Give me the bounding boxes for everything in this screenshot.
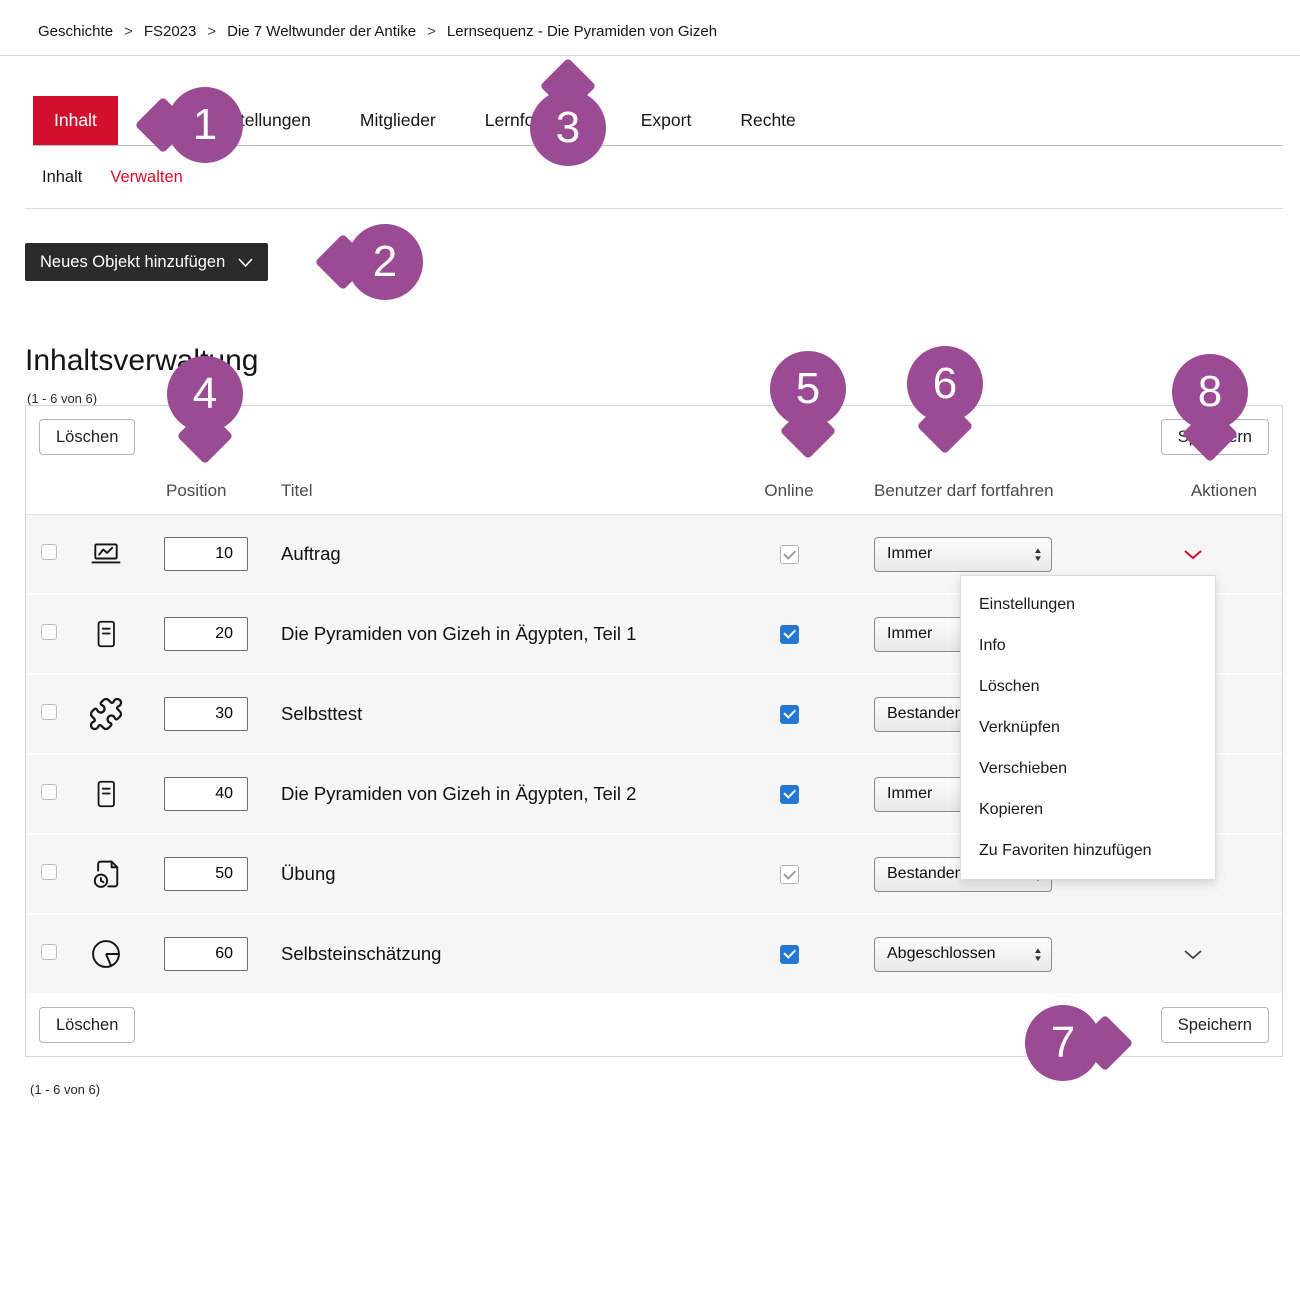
- tab-rechte[interactable]: Rechte: [738, 96, 797, 145]
- position-input[interactable]: [164, 857, 248, 891]
- online-checkbox[interactable]: [780, 785, 799, 804]
- marker-number: 7: [1025, 1005, 1101, 1081]
- callout-marker-8: 8: [1172, 354, 1248, 430]
- online-checkbox[interactable]: [780, 705, 799, 724]
- row-select-checkbox[interactable]: [41, 544, 57, 560]
- marker-number: 3: [530, 90, 606, 166]
- marker-number: 6: [907, 346, 983, 422]
- table-header: Position Titel Online Benutzer darf fort…: [26, 468, 1282, 514]
- column-header-position: Position: [136, 481, 266, 501]
- proceed-select-value: Bestanden: [887, 865, 964, 883]
- row-title: Die Pyramiden von Gizeh in Ägypten, Teil…: [266, 783, 739, 805]
- menu-item-einstellungen[interactable]: Einstellungen: [961, 584, 1215, 625]
- actions-dropdown-icon[interactable]: [1183, 949, 1203, 960]
- breadcrumb-separator: >: [207, 23, 216, 40]
- table-row: Selbsteinschätzung Abgeschlossen ▲▼: [26, 915, 1282, 995]
- row-title: Übung: [266, 863, 739, 885]
- column-header-online: Online: [739, 481, 839, 501]
- column-header-proceed: Benutzer darf fortfahren: [839, 481, 1104, 501]
- callout-marker-1: 1: [167, 87, 243, 163]
- tab-inhalt[interactable]: Inhalt: [33, 96, 118, 145]
- proceed-select[interactable]: Abgeschlossen ▲▼: [874, 937, 1052, 972]
- callout-marker-5: 5: [770, 351, 846, 427]
- breadcrumb: Geschichte > FS2023 > Die 7 Weltwunder der A…: [0, 8, 1300, 56]
- document-icon: [76, 777, 136, 811]
- proceed-select-value: Immer: [887, 625, 932, 643]
- breadcrumb-item-die-7-weltwunder-der-antike[interactable]: Die 7 Weltwunder der Antike: [227, 23, 416, 40]
- proceed-select[interactable]: Immer ▲▼: [874, 537, 1052, 572]
- marker-number: 2: [347, 224, 423, 300]
- row-select-checkbox[interactable]: [41, 864, 57, 880]
- callout-marker-2: 2: [347, 224, 423, 300]
- column-header-title: Titel: [266, 481, 739, 501]
- chevron-down-icon: [238, 253, 253, 272]
- select-arrows-icon: ▲▼: [1034, 547, 1042, 562]
- menu-item-zu-favoriten-hinzufügen[interactable]: Zu Favoriten hinzufügen: [961, 830, 1215, 871]
- save-button-bottom[interactable]: Speichern: [1161, 1007, 1269, 1043]
- result-count-bottom: (1 - 6 von 6): [30, 1082, 100, 1097]
- online-checkbox[interactable]: [780, 945, 799, 964]
- online-checkbox[interactable]: [780, 865, 799, 884]
- row-select-checkbox[interactable]: [41, 944, 57, 960]
- callout-marker-7: 7: [1025, 1005, 1101, 1081]
- breadcrumb-item-geschichte[interactable]: Geschichte: [38, 23, 113, 40]
- proceed-select-value: Immer: [887, 785, 932, 803]
- callout-marker-4: 4: [167, 356, 243, 432]
- position-input[interactable]: [164, 697, 248, 731]
- row-select-checkbox[interactable]: [41, 624, 57, 640]
- delete-button-top[interactable]: Löschen: [39, 419, 135, 455]
- puzzle-icon: [76, 696, 136, 732]
- breadcrumb-separator: >: [427, 23, 436, 40]
- pie-circle-icon: [76, 936, 136, 972]
- delete-button-bottom[interactable]: Löschen: [39, 1007, 135, 1043]
- row-title: Die Pyramiden von Gizeh in Ägypten, Teil…: [266, 623, 739, 645]
- menu-item-verschieben[interactable]: Verschieben: [961, 748, 1215, 789]
- column-header-actions: Aktionen: [1104, 481, 1282, 501]
- actions-context-menu: EinstellungenInfoLöschenVerknüpfenVersch…: [960, 575, 1216, 880]
- position-input[interactable]: [164, 937, 248, 971]
- row-select-checkbox[interactable]: [41, 704, 57, 720]
- online-checkbox[interactable]: [780, 625, 799, 644]
- online-checkbox[interactable]: [780, 545, 799, 564]
- subtab-inhalt[interactable]: Inhalt: [42, 168, 82, 187]
- subtab-verwalten[interactable]: Verwalten: [110, 168, 182, 187]
- proceed-select-value: Bestanden: [887, 705, 964, 723]
- menu-item-löschen[interactable]: Löschen: [961, 666, 1215, 707]
- tab-mitglieder[interactable]: Mitglieder: [358, 96, 438, 145]
- add-object-button[interactable]: Neues Objekt hinzufügen: [25, 243, 268, 281]
- select-arrows-icon: ▲▼: [1034, 947, 1042, 962]
- result-count-top: (1 - 6 von 6): [27, 391, 97, 406]
- row-title: Selbsttest: [266, 703, 739, 725]
- add-object-label: Neues Objekt hinzufügen: [40, 253, 225, 272]
- position-input[interactable]: [164, 537, 248, 571]
- document-icon: [76, 617, 136, 651]
- proceed-select-value: Abgeschlossen: [887, 945, 996, 963]
- row-title: Selbsteinschätzung: [266, 943, 739, 965]
- position-input[interactable]: [164, 777, 248, 811]
- breadcrumb-item-fs2023[interactable]: FS2023: [144, 23, 197, 40]
- file-clock-icon: [76, 856, 136, 892]
- proceed-select-value: Immer: [887, 545, 932, 563]
- laptop-chart-icon: [76, 536, 136, 572]
- callout-marker-6: 6: [907, 346, 983, 422]
- marker-number: 8: [1172, 354, 1248, 430]
- row-title: Auftrag: [266, 543, 739, 565]
- menu-item-kopieren[interactable]: Kopieren: [961, 789, 1215, 830]
- position-input[interactable]: [164, 617, 248, 651]
- tab-export[interactable]: Export: [639, 96, 694, 145]
- marker-number: 1: [167, 87, 243, 163]
- marker-number: 5: [770, 351, 846, 427]
- menu-item-verknüpfen[interactable]: Verknüpfen: [961, 707, 1215, 748]
- row-select-checkbox[interactable]: [41, 784, 57, 800]
- actions-dropdown-icon[interactable]: [1183, 549, 1203, 560]
- breadcrumb-item-lernsequenz-die-pyramiden-von-gizeh[interactable]: Lernsequenz - Die Pyramiden von Gizeh: [447, 23, 717, 40]
- breadcrumb-separator: >: [124, 23, 133, 40]
- callout-marker-3: 3: [530, 90, 606, 166]
- marker-number: 4: [167, 356, 243, 432]
- menu-item-info[interactable]: Info: [961, 625, 1215, 666]
